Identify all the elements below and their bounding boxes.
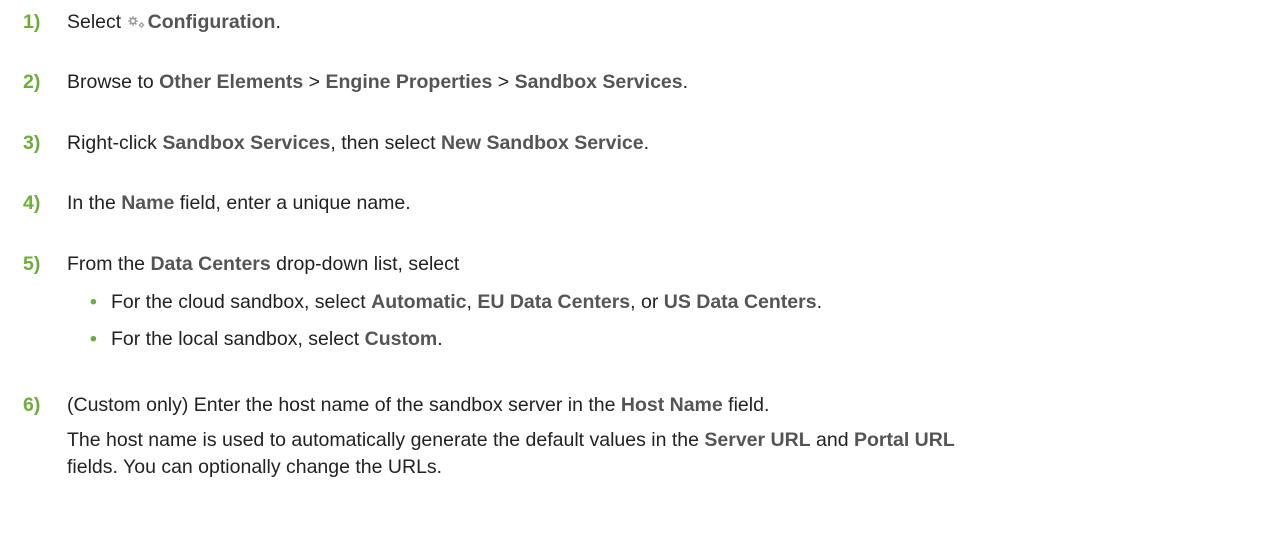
configuration-term: Configuration xyxy=(147,11,276,33)
text-segment: drop-down list, select xyxy=(270,253,460,275)
name-term: Name xyxy=(121,192,175,214)
text-segment: > xyxy=(492,71,515,93)
text-segment: From the xyxy=(67,253,151,275)
text-segment: , xyxy=(466,291,478,313)
bullet-text: For the cloud sandbox, select Automatic,… xyxy=(111,290,822,314)
text-segment: The host name is used to automatically g… xyxy=(67,429,705,451)
step-text: Browse to Other Elements > Engine Proper… xyxy=(67,70,1282,94)
us-data-centers-term: US Data Centers xyxy=(663,291,817,313)
text-segment: , then select xyxy=(330,132,441,154)
step-number: 3) xyxy=(23,132,41,154)
text-segment: field, enter a unique name. xyxy=(174,192,411,214)
text-segment: > xyxy=(303,71,326,93)
automatic-term: Automatic xyxy=(371,291,467,313)
step-number: 5) xyxy=(23,253,41,275)
portal-url-term: Portal URL xyxy=(853,429,955,451)
bullet-text: For the local sandbox, select Custom. xyxy=(111,327,443,351)
step-text: Select Configuration. xyxy=(67,10,1282,34)
text-segment: . xyxy=(816,291,822,313)
text-segment: In the xyxy=(67,192,122,214)
custom-term: Custom xyxy=(364,328,438,350)
step-text: From the Data Centers drop-down list, se… xyxy=(67,252,1282,276)
text-segment: For the cloud sandbox, select xyxy=(111,291,372,313)
text-segment: Right-click xyxy=(67,132,163,154)
text-segment: , or xyxy=(630,291,664,313)
text-segment: For the local sandbox, select xyxy=(111,328,365,350)
configuration-gear-icon xyxy=(127,16,144,28)
step-number: 4) xyxy=(23,192,41,214)
sandbox-services-term: Sandbox Services xyxy=(514,71,683,93)
text-segment: . xyxy=(437,328,443,350)
text-segment: field. xyxy=(722,394,770,416)
new-sandbox-service-term: New Sandbox Service xyxy=(440,132,644,154)
text-segment: . xyxy=(682,71,689,93)
server-url-term: Server URL xyxy=(704,429,811,451)
step-text: (Custom only) Enter the host name of the… xyxy=(67,393,1282,417)
step-text: Right-click Sandbox Services, then selec… xyxy=(67,131,1282,155)
sandbox-services-term: Sandbox Services xyxy=(162,132,331,154)
bullet-icon: • xyxy=(90,328,97,350)
step-number: 1) xyxy=(23,11,41,33)
text-segment: Browse to xyxy=(67,71,160,93)
text-segment: and xyxy=(810,429,854,451)
eu-data-centers-term: EU Data Centers xyxy=(477,291,631,313)
note-line-1: The host name is used to automatically g… xyxy=(67,427,1282,454)
step-number: 2) xyxy=(23,71,41,93)
step-text: In the Name field, enter a unique name. xyxy=(67,191,1282,215)
text-segment: Select xyxy=(67,11,127,33)
other-elements-term: Other Elements xyxy=(159,71,304,93)
bullet-icon: • xyxy=(90,291,97,313)
step-number: 6) xyxy=(23,394,41,416)
note-line-2: fields. You can optionally change the UR… xyxy=(67,456,443,478)
step-6-note: The host name is used to automatically g… xyxy=(67,427,1282,481)
text-segment: . xyxy=(643,132,650,154)
text-segment: . xyxy=(275,11,281,33)
data-centers-term: Data Centers xyxy=(150,253,271,275)
engine-properties-term: Engine Properties xyxy=(325,71,493,93)
text-segment: (Custom only) Enter the host name of the… xyxy=(67,394,621,416)
host-name-term: Host Name xyxy=(620,394,723,416)
